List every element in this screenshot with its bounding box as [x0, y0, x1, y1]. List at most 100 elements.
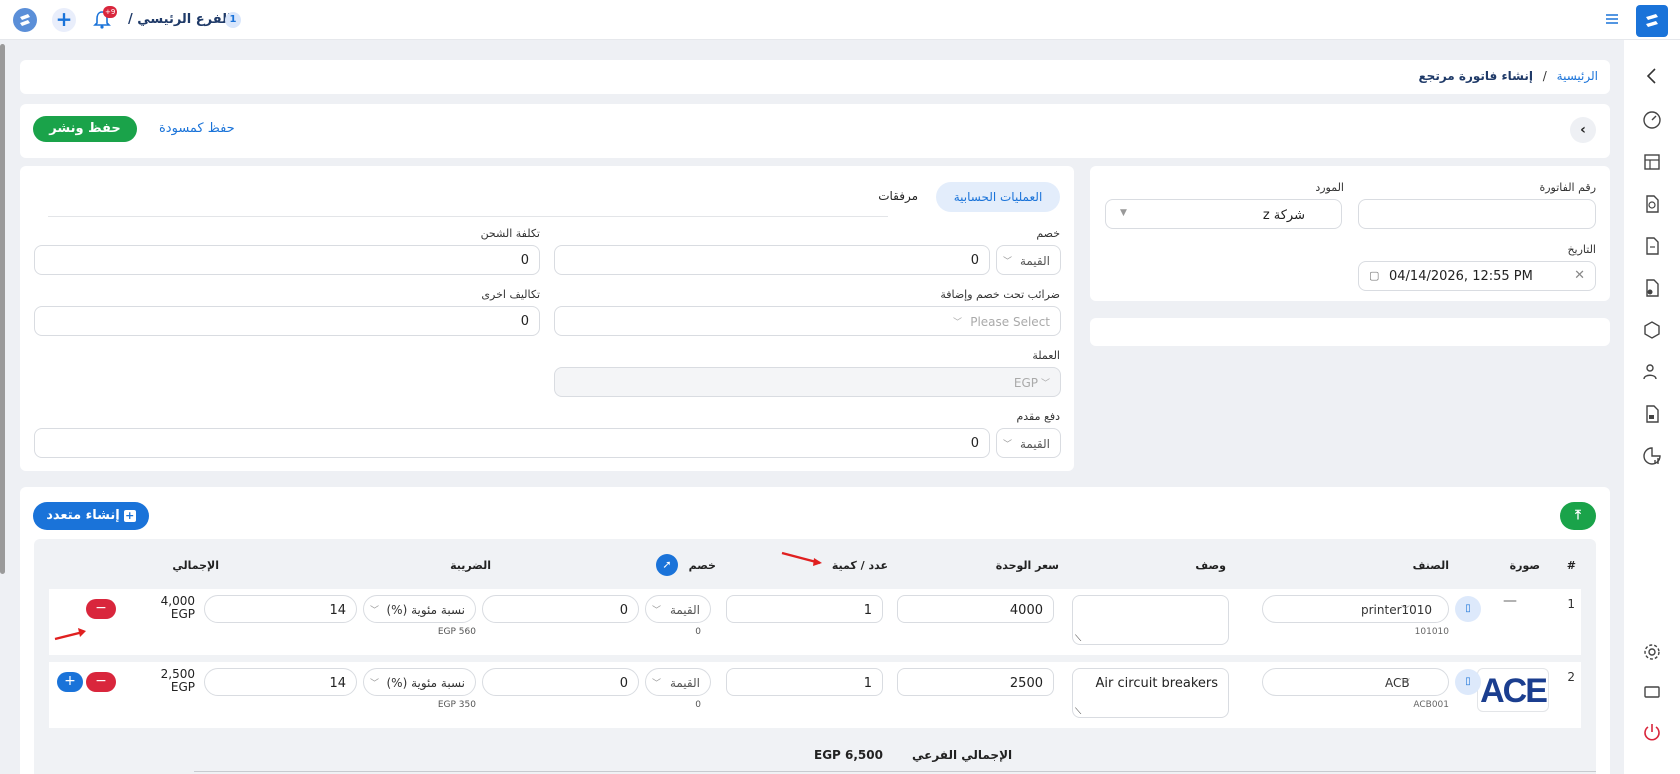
- page-scrollbar[interactable]: [0, 44, 5, 574]
- col-index: #: [1566, 559, 1576, 572]
- extra-info-card: [1090, 318, 1610, 346]
- back-chevron-icon[interactable]: ‹: [1570, 117, 1596, 143]
- tab-accounting[interactable]: العمليات الحسابية: [936, 182, 1060, 212]
- breadcrumb-separator: /: [1542, 69, 1547, 83]
- analytics-icon[interactable]: [1642, 446, 1662, 466]
- row-discount-input[interactable]: 0: [482, 595, 639, 623]
- branch-name[interactable]: الفرع الرئيسي /: [128, 12, 231, 27]
- col-image: صورة: [1509, 559, 1540, 572]
- advance-payment-label: دفع مقدم: [1016, 410, 1060, 423]
- row-item-select[interactable]: printer1010 ﹀: [1262, 595, 1449, 623]
- reports-doc-icon[interactable]: [1642, 404, 1662, 424]
- subtotal-label: الإجمالي الفرعي: [912, 748, 1013, 762]
- save-draft-button[interactable]: حفظ كمسودة: [159, 121, 235, 136]
- row-image-placeholder: —: [1503, 593, 1517, 609]
- row-item-select[interactable]: ACB ﹀: [1262, 668, 1449, 696]
- collapse-chevron-icon[interactable]: [1642, 66, 1662, 86]
- other-costs-input[interactable]: 0: [34, 306, 540, 336]
- remove-row-button[interactable]: −: [86, 599, 116, 619]
- accounting-card: العمليات الحسابية مرفقات خصم القيمة ﹀ 0 ت…: [20, 166, 1074, 471]
- row-discount-amount: 0: [695, 700, 701, 710]
- row-tax-input[interactable]: 14: [204, 668, 357, 696]
- table-row: 2 ACE ACB ﹀ ▯ ACB001 Air circuit breaker…: [49, 662, 1581, 728]
- power-icon[interactable]: [1642, 722, 1662, 742]
- fullscreen-icon[interactable]: [1642, 682, 1662, 702]
- row-tax-amount: EGP 350: [437, 700, 476, 710]
- items-table: # صورة الصنف وصف سعر الوحدة عدد / كمية خ…: [34, 539, 1596, 774]
- resize-handle-icon: ⟍: [1075, 707, 1082, 717]
- shipping-label: تكلفة الشحن: [480, 227, 540, 240]
- dashboard-icon[interactable]: [1642, 110, 1662, 130]
- taxes-select[interactable]: Please Select ﹀: [554, 306, 1061, 336]
- row-discount-input[interactable]: 0: [482, 668, 639, 696]
- row-discount-type-select[interactable]: القيمة ﹀: [645, 668, 711, 696]
- add-icon[interactable]: +: [52, 8, 76, 32]
- date-label: التاريخ: [1567, 243, 1596, 256]
- caret-down-icon: ▼: [1120, 208, 1127, 218]
- purchase-doc-icon[interactable]: [1642, 278, 1662, 298]
- row-description-input[interactable]: Air circuit breakers ⟍: [1072, 668, 1229, 718]
- app-brand-icon[interactable]: [1636, 5, 1668, 37]
- row-item-tag-icon[interactable]: ▯: [1455, 596, 1481, 622]
- menu-icon[interactable]: [1605, 12, 1619, 26]
- side-nav: [1624, 40, 1680, 774]
- app-logo[interactable]: [13, 8, 37, 32]
- calendar-icon: ▢: [1369, 269, 1380, 282]
- items-card: +إنشاء متعدد ⤒ # صورة الصنف وصف سعر الوح…: [20, 487, 1610, 774]
- breadcrumb: الرئيسية / إنشاء فاتورة مرتجع: [1418, 69, 1598, 83]
- shipping-input[interactable]: 0: [34, 245, 540, 275]
- advance-payment-input[interactable]: 0: [34, 428, 990, 458]
- scroll-top-icon[interactable]: ⤒: [1560, 502, 1596, 530]
- users-icon[interactable]: [1642, 362, 1662, 382]
- currency-label: العملة: [1032, 349, 1060, 362]
- inventory-icon[interactable]: [1642, 320, 1662, 340]
- discount-input[interactable]: 0: [554, 245, 990, 275]
- row-quantity-input[interactable]: 1: [726, 668, 883, 696]
- save-publish-button[interactable]: حفظ ونشر: [33, 116, 137, 142]
- row-item-tag-icon[interactable]: ▯: [1455, 669, 1481, 695]
- row-description-input[interactable]: ⟍: [1072, 595, 1229, 645]
- taxes-label: ضرائب تحت خصم وإضافة: [940, 288, 1060, 301]
- row-tax-type-select[interactable]: نسبة مئوية (%) ﹀: [363, 668, 476, 696]
- row-tax-input[interactable]: 14: [204, 595, 357, 623]
- supplier-select[interactable]: شركة z ▼: [1105, 199, 1342, 229]
- col-total: الإجمالي: [172, 559, 219, 572]
- row-unit-price-input[interactable]: 2500: [897, 668, 1054, 696]
- remove-row-button[interactable]: −: [86, 672, 116, 692]
- clear-date-icon[interactable]: ✕: [1574, 268, 1585, 283]
- row-index: 1: [1567, 597, 1575, 611]
- discount-label: خصم: [1036, 227, 1060, 240]
- row-discount-type-select[interactable]: القيمة ﹀: [645, 595, 711, 623]
- row-quantity-input[interactable]: 1: [726, 595, 883, 623]
- col-unit-price: سعر الوحدة: [995, 559, 1059, 572]
- add-row-button[interactable]: +: [57, 672, 83, 692]
- row-tax-amount: EGP 560: [437, 627, 476, 637]
- date-input[interactable]: ▢ 04/14/2026, 12:55 PM ✕: [1358, 261, 1596, 291]
- col-quantity: عدد / كمية: [831, 559, 888, 572]
- advance-type-select[interactable]: القيمة ﹀: [996, 428, 1061, 458]
- col-item: الصنف: [1412, 559, 1449, 572]
- branch-count-badge: 1: [225, 12, 241, 28]
- add-box-icon: +: [123, 509, 136, 522]
- bulk-create-button[interactable]: +إنشاء متعدد: [33, 502, 149, 530]
- supplier-label: المورد: [1315, 181, 1344, 194]
- row-total: 2,500 EGP: [160, 667, 195, 694]
- currency-select[interactable]: EGP ﹀: [554, 367, 1061, 397]
- row-unit-price-input[interactable]: 4000: [897, 595, 1054, 623]
- store-icon[interactable]: [1642, 152, 1662, 172]
- tab-attachments[interactable]: مرفقات: [878, 189, 918, 203]
- search-doc-icon[interactable]: [1642, 194, 1662, 214]
- subtotal-value: EGP 6,500: [814, 748, 883, 762]
- row-total: 4,000 EGP: [160, 594, 195, 621]
- discount-toggle-icon[interactable]: ➚: [656, 554, 678, 576]
- invoice-number-label: رقم الفاتورة: [1539, 181, 1596, 194]
- notification-badge: +9: [103, 6, 118, 18]
- breadcrumb-home[interactable]: الرئيسية: [1557, 69, 1598, 83]
- settings-icon[interactable]: [1642, 642, 1662, 662]
- invoice-icon[interactable]: [1642, 236, 1662, 256]
- subtotal-divider: [194, 771, 1596, 772]
- row-tax-type-select[interactable]: نسبة مئوية (%) ﹀: [363, 595, 476, 623]
- invoice-number-input[interactable]: [1358, 199, 1596, 229]
- discount-type-select[interactable]: القيمة ﹀: [996, 245, 1061, 275]
- row-discount-amount: 0: [695, 627, 701, 637]
